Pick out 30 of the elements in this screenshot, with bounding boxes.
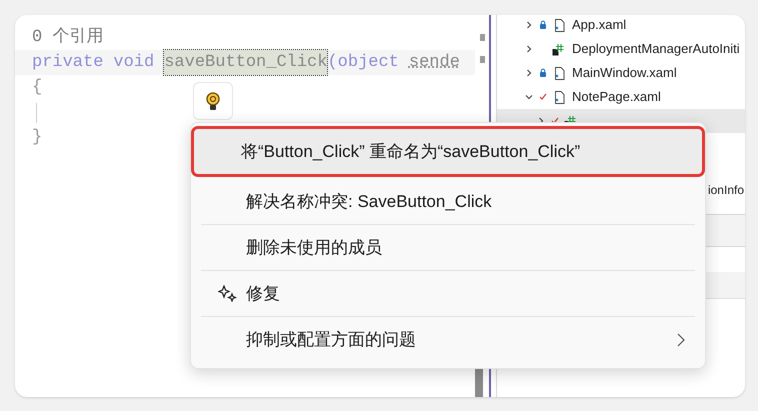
menu-item[interactable]: 修复 — [199, 271, 697, 316]
reference-count[interactable]: 0 个引用 — [32, 25, 104, 50]
file-name[interactable]: App.xaml — [572, 15, 626, 35]
menu-item[interactable]: 删除未使用的成员 — [199, 225, 697, 270]
scroll-marker — [480, 34, 485, 41]
csharp-file-icon — [552, 42, 566, 56]
method-name: saveButton_Click — [164, 50, 328, 75]
file-name[interactable]: DeploymentManagerAutoIniti — [572, 39, 740, 59]
file-name[interactable]: ionInfo — [708, 181, 744, 199]
scroll-marker — [480, 56, 485, 63]
code-brace: } — [32, 127, 42, 149]
xaml-file-icon — [554, 66, 564, 80]
menu-item[interactable]: 解决名称冲突: SaveButton_Click — [199, 179, 697, 224]
menu-item[interactable]: 将“Button_Click” 重命名为“saveButton_Click” — [194, 129, 702, 174]
parameter-name: sende — [408, 52, 460, 74]
chevron-right-icon[interactable] — [525, 21, 533, 29]
file-name[interactable]: NotePage.xaml — [572, 87, 661, 107]
lightbulb-button[interactable] — [193, 82, 233, 120]
xaml-file-icon — [554, 18, 564, 32]
code-token: (object — [327, 52, 399, 74]
lightbulb-icon — [206, 92, 220, 110]
chevron-right-icon[interactable] — [525, 45, 533, 53]
chevron-right-icon[interactable] — [525, 69, 533, 77]
menu-item[interactable]: 抑制或配置方面的问题 — [199, 317, 697, 362]
code-token: private — [32, 52, 104, 74]
file-name[interactable]: MainWindow.xaml — [572, 63, 677, 83]
code-token: void — [113, 52, 154, 74]
chevron-down-icon[interactable] — [525, 93, 533, 101]
code-brace: { — [32, 77, 42, 99]
xaml-file-icon — [554, 90, 564, 104]
